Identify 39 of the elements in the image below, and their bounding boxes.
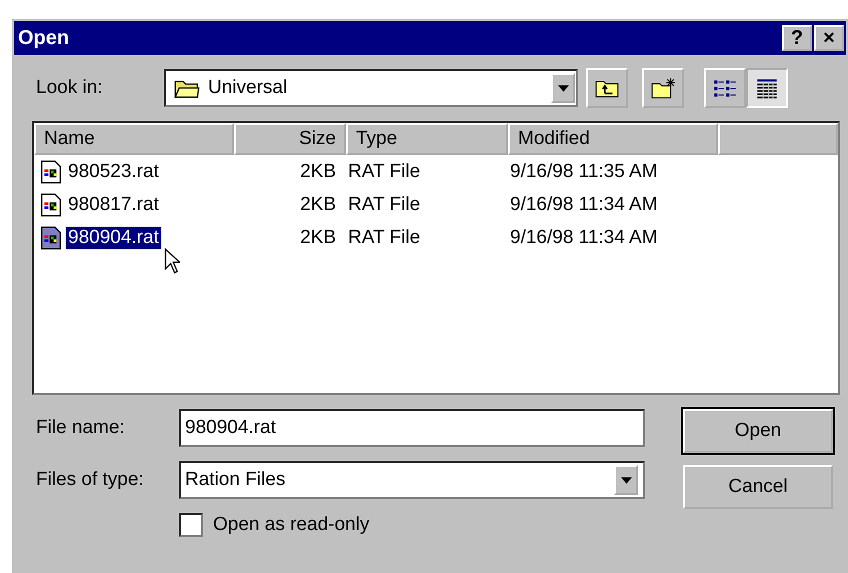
look-in-dropdown[interactable]: Universal [164, 69, 578, 107]
file-icon [40, 226, 62, 250]
file-modified-date: 9/16/98 11:34 AM [509, 226, 659, 248]
file-icon [40, 192, 62, 216]
column-header[interactable]: Modified [508, 123, 718, 155]
cancel-button[interactable]: Cancel [683, 465, 833, 509]
up-folder-button[interactable] [586, 68, 628, 108]
file-size: 2KB [299, 194, 336, 216]
details-view-button[interactable] [746, 68, 788, 108]
file-type-dropdown[interactable]: Ration Files [179, 461, 645, 499]
file-size: 2KB [299, 226, 336, 248]
new-folder-icon [650, 77, 676, 99]
file-size: 2KB [299, 160, 336, 182]
file-type: RAT File [347, 194, 422, 216]
file-type-label: Files of type: [36, 469, 145, 491]
window-title: Open [18, 26, 70, 50]
open-button[interactable]: Open [683, 409, 833, 453]
close-button[interactable]: × [814, 25, 844, 51]
read-only-checkbox[interactable] [179, 513, 203, 537]
look-in-label: Look in: [36, 77, 104, 99]
file-type: RAT File [347, 226, 422, 248]
new-folder-button[interactable] [642, 68, 684, 108]
file-name-label: File name: [36, 417, 126, 439]
mouse-pointer-icon [164, 248, 180, 274]
column-header[interactable]: Type [346, 123, 508, 155]
file-name-field[interactable]: 980904.rat [179, 409, 645, 447]
list-view-button[interactable] [704, 68, 746, 108]
column-header[interactable]: Name [34, 123, 234, 155]
file-name-item[interactable]: 980817.rat [66, 194, 161, 216]
look-in-value: Universal [208, 77, 288, 99]
file-type: RAT File [347, 160, 422, 182]
help-button[interactable]: ? [782, 25, 812, 51]
file-modified-date: 9/16/98 11:34 AM [509, 194, 659, 216]
column-header[interactable]: Size [234, 123, 346, 155]
file-name-item[interactable]: 980904.rat [66, 226, 161, 248]
file-modified-date: 9/16/98 11:35 AM [509, 160, 659, 182]
read-only-label: Open as read-only [213, 514, 370, 536]
file-name-item[interactable]: 980523.rat [66, 160, 161, 182]
file-icon [40, 160, 62, 184]
